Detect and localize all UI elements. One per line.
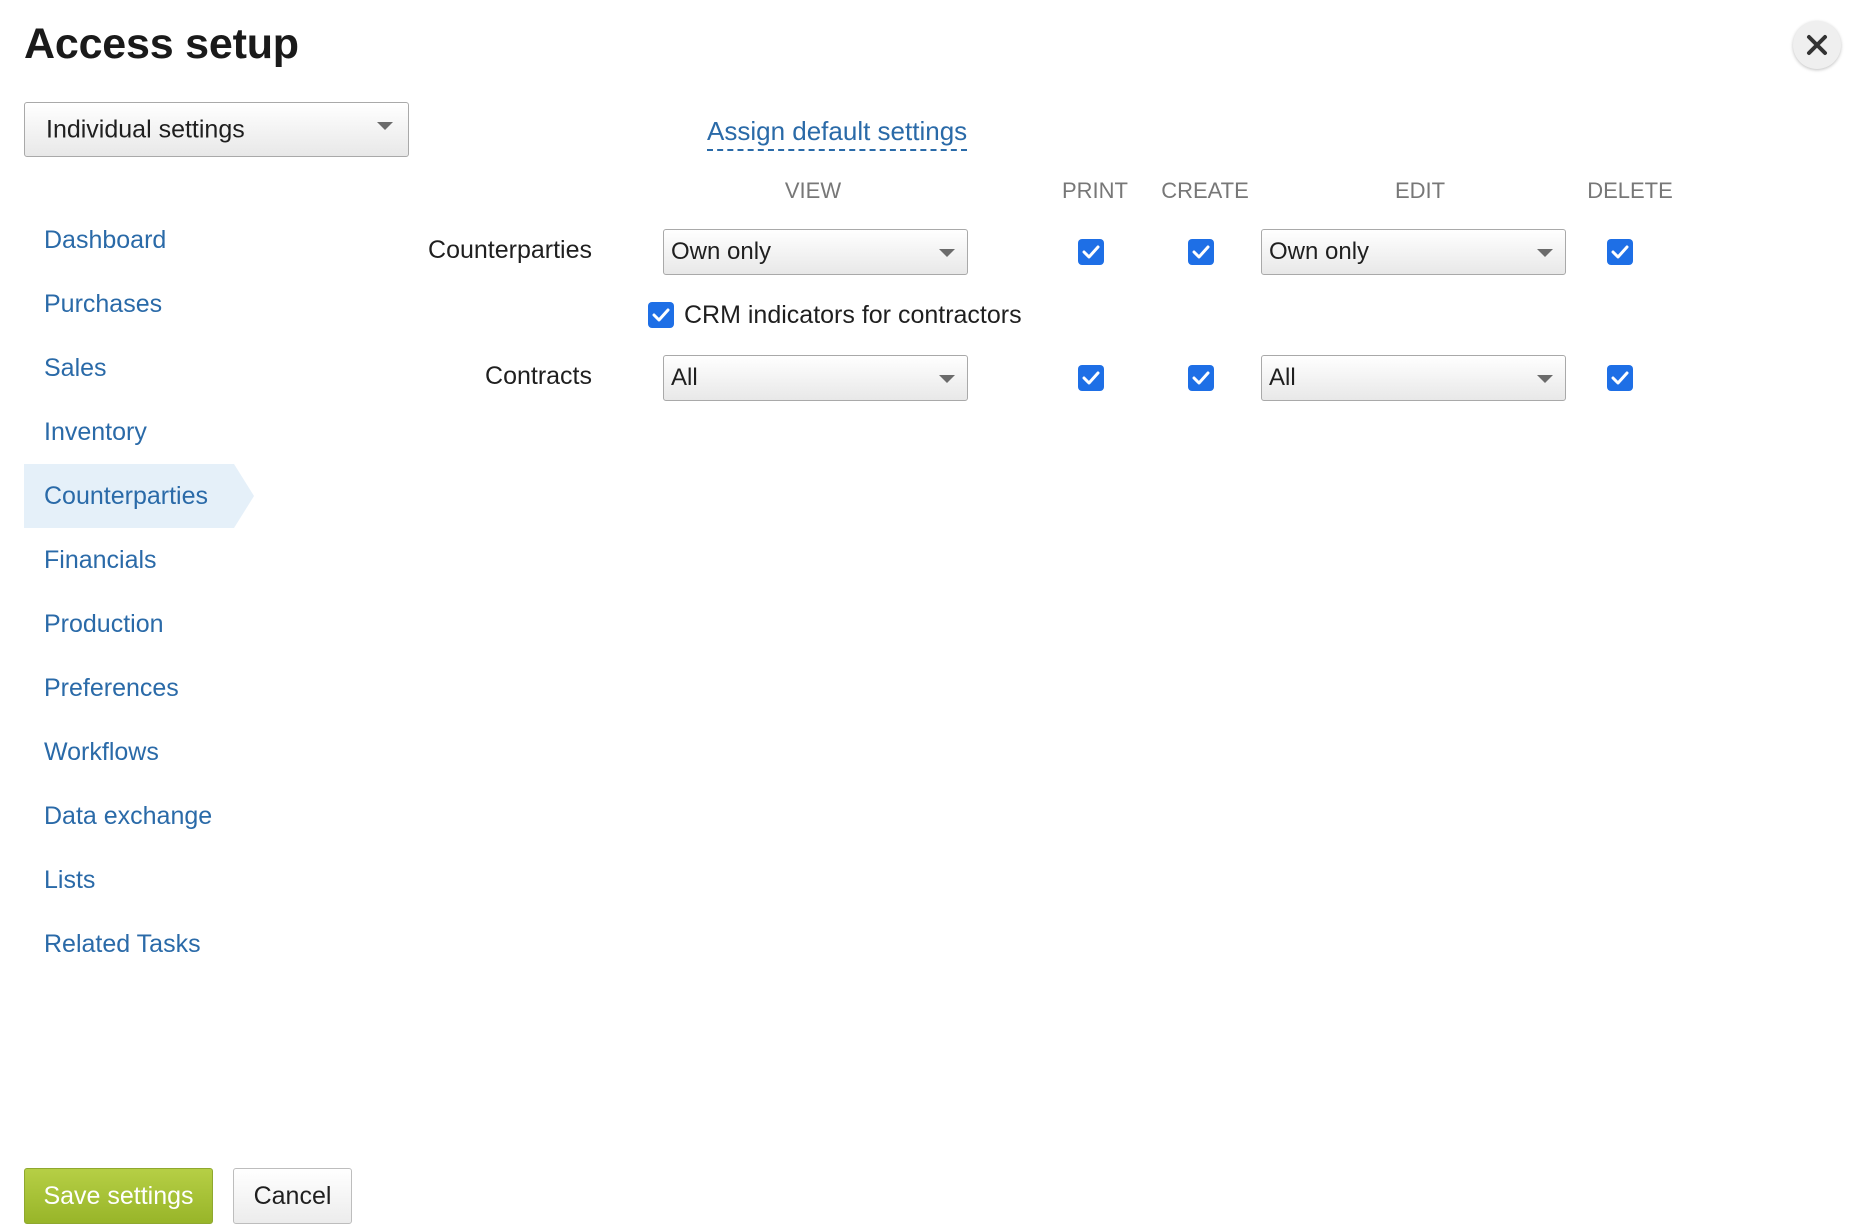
view-select-value: All [671,364,698,391]
column-header-edit: EDIT [1394,178,1446,203]
dialog-title: Access setup [24,20,299,68]
crm-indicators-label[interactable]: CRM indicators for contractors [684,301,1022,330]
sidebar-nav: Dashboard Purchases Sales Inventory Coun… [24,208,254,976]
row-label-contracts: Contracts [485,362,592,390]
checkmark-icon [1192,245,1210,259]
sidebar-item-workflows[interactable]: Workflows [24,720,254,784]
print-checkbox-contracts[interactable] [1078,365,1104,391]
edit-select-contracts[interactable]: All [1261,355,1566,401]
create-checkbox-contracts[interactable] [1188,365,1214,391]
checkmark-icon [652,308,670,322]
column-header-create: CREATE [1161,178,1249,203]
delete-checkbox-counterparties[interactable] [1607,239,1633,265]
column-header-view: VIEW [784,178,842,203]
sidebar-item-dashboard[interactable]: Dashboard [24,208,254,272]
chevron-down-icon [1537,375,1553,383]
checkmark-icon [1192,371,1210,385]
checkmark-icon [1082,245,1100,259]
sidebar-item-production[interactable]: Production [24,592,254,656]
access-mode-select[interactable]: Individual settings [24,102,409,157]
column-header-print: PRINT [1062,178,1128,203]
save-settings-button[interactable]: Save settings [24,1168,213,1224]
view-select-value: Own only [671,238,772,265]
close-icon [1807,35,1827,55]
close-button[interactable] [1793,21,1841,69]
delete-checkbox-contracts[interactable] [1607,365,1633,391]
chevron-down-icon [1537,249,1553,257]
print-checkbox-counterparties[interactable] [1078,239,1104,265]
sidebar-item-lists[interactable]: Lists [24,848,254,912]
checkmark-icon [1611,245,1629,259]
create-checkbox-counterparties[interactable] [1188,239,1214,265]
sidebar-item-inventory[interactable]: Inventory [24,400,254,464]
cancel-button[interactable]: Cancel [233,1168,352,1224]
sidebar-item-sales[interactable]: Sales [24,336,254,400]
chevron-down-icon [377,121,393,130]
access-mode-value: Individual settings [46,115,245,143]
sidebar-item-purchases[interactable]: Purchases [24,272,254,336]
row-label-counterparties: Counterparties [428,236,592,264]
assign-default-settings-link[interactable]: Assign default settings [707,116,968,151]
sidebar-item-preferences[interactable]: Preferences [24,656,254,720]
chevron-down-icon [939,375,955,383]
edit-select-value: Own only [1269,238,1370,265]
chevron-down-icon [939,249,955,257]
crm-indicators-checkbox[interactable] [648,302,674,328]
sidebar-item-related-tasks[interactable]: Related Tasks [24,912,254,976]
checkmark-icon [1082,371,1100,385]
checkmark-icon [1611,371,1629,385]
column-header-delete: DELETE [1587,178,1673,203]
sidebar-item-data-exchange[interactable]: Data exchange [24,784,254,848]
edit-select-value: All [1269,364,1296,391]
sidebar-item-financials[interactable]: Financials [24,528,254,592]
view-select-counterparties[interactable]: Own only [663,229,968,275]
view-select-contracts[interactable]: All [663,355,968,401]
sidebar-item-counterparties[interactable]: Counterparties [24,464,254,528]
edit-select-counterparties[interactable]: Own only [1261,229,1566,275]
